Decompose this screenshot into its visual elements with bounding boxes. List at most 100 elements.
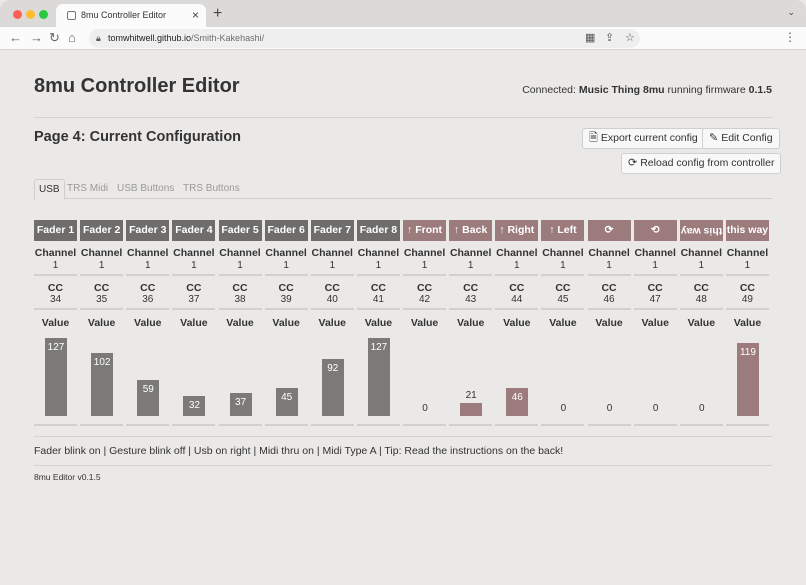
channel-label: Channel bbox=[265, 247, 307, 259]
cc-value: 49 bbox=[741, 294, 753, 305]
value-number: 37 bbox=[234, 397, 247, 408]
new-tab-icon[interactable]: + bbox=[213, 5, 222, 23]
channel-value: 1 bbox=[144, 260, 151, 271]
grid-divider bbox=[34, 436, 772, 437]
value-label: Value bbox=[272, 317, 300, 329]
value-number: 45 bbox=[281, 392, 293, 403]
control-column: ↑ Front Channel 1 CC 42 Value 0 bbox=[403, 220, 447, 428]
control-column: Fader 4 Channel 1 CC 37 Value 32 bbox=[172, 220, 216, 428]
minimize-window-button[interactable] bbox=[26, 10, 35, 19]
value-number: 32 bbox=[188, 400, 200, 411]
cell-divider bbox=[403, 308, 447, 310]
cc-label: CC bbox=[601, 282, 617, 294]
browser-menu-icon[interactable]: ⋮ bbox=[784, 30, 796, 44]
value-label: Value bbox=[641, 317, 669, 329]
value-label: Value bbox=[41, 317, 70, 329]
tab-list-chevron-icon[interactable]: ⌄ bbox=[787, 7, 795, 18]
cc-value: 45 bbox=[557, 294, 569, 305]
cell-divider bbox=[310, 308, 354, 310]
address-bar[interactable]: 🔒︎ tomwhitwell.github.io/Smith-Kakehashi… bbox=[89, 29, 640, 48]
tab-title: 8mu Controller Editor bbox=[81, 10, 167, 20]
tab-trs-midi[interactable]: TRS Midi bbox=[63, 179, 112, 199]
cc-value: 36 bbox=[142, 294, 154, 305]
cc-value: 44 bbox=[511, 294, 523, 305]
value-meter: 127 bbox=[367, 338, 390, 416]
cell-divider bbox=[310, 274, 354, 276]
cell-divider bbox=[449, 274, 493, 276]
address-url[interactable]: tomwhitwell.github.io/Smith-Kakehashi/ bbox=[108, 33, 264, 43]
cell-divider bbox=[449, 424, 493, 426]
reader-mode-icon[interactable]: ▦ bbox=[585, 31, 595, 44]
value-label: Value bbox=[503, 317, 531, 329]
channel-value: 1 bbox=[698, 260, 705, 271]
control-column: Fader 6 Channel 1 CC 39 Value 45 bbox=[264, 220, 308, 428]
cc-label: CC bbox=[416, 282, 433, 294]
value-meter: 0 bbox=[691, 338, 713, 416]
channel-value: 1 bbox=[283, 260, 289, 271]
channel-value: 1 bbox=[52, 260, 59, 271]
cell-divider bbox=[172, 308, 216, 310]
tab-usb-buttons[interactable]: USB Buttons bbox=[113, 179, 178, 199]
control-column: ↑ Back Channel 1 CC 43 Value 21 bbox=[449, 220, 493, 428]
cc-label: CC bbox=[47, 282, 64, 294]
control-column: Fader 7 Channel 1 CC 40 Value 92 bbox=[310, 220, 354, 428]
value-meter: 127 bbox=[45, 338, 67, 416]
control-column: Fader 1 Channel 1 CC 34 Value 127 bbox=[34, 220, 77, 428]
control-header: ↑ Right bbox=[495, 220, 539, 241]
cell-divider bbox=[587, 424, 631, 426]
connection-status: Connected: Music Thing 8mu running firmw… bbox=[522, 84, 772, 96]
cc-value: 47 bbox=[649, 294, 661, 305]
close-window-button[interactable] bbox=[13, 10, 22, 19]
lock-icon: 🔒︎ bbox=[96, 33, 101, 43]
channel-value: 1 bbox=[652, 260, 658, 271]
cc-value: 43 bbox=[465, 294, 477, 305]
value-number: 0 bbox=[652, 403, 659, 414]
control-column: Fader 2 Channel 1 CC 35 Value 102 bbox=[80, 220, 124, 428]
cell-divider bbox=[80, 274, 124, 276]
maximize-window-button[interactable] bbox=[39, 10, 48, 19]
header-divider bbox=[34, 117, 772, 118]
value-number: 46 bbox=[511, 392, 523, 403]
tab-usb[interactable]: USB bbox=[34, 179, 65, 200]
channel-label: Channel bbox=[542, 247, 584, 259]
cell-divider bbox=[587, 274, 631, 276]
reload-config-button[interactable]: ⟳ Reload config from controller bbox=[621, 153, 782, 174]
browser-tab[interactable]: 8mu Controller Editor × bbox=[56, 4, 206, 27]
cell-divider bbox=[541, 274, 585, 276]
cell-divider bbox=[264, 308, 308, 310]
cc-label: CC bbox=[140, 282, 156, 294]
value-label: Value bbox=[180, 317, 208, 329]
control-header: Fader 5 bbox=[218, 220, 262, 241]
cc-label: CC bbox=[94, 282, 110, 294]
value-meter: 21 bbox=[460, 338, 483, 416]
cell-divider bbox=[310, 424, 354, 426]
value-meter: 0 bbox=[414, 338, 436, 416]
close-tab-icon[interactable]: × bbox=[192, 8, 199, 22]
export-config-button[interactable]: 🗎 Export current config bbox=[582, 128, 705, 149]
home-icon[interactable]: ⌂ bbox=[68, 30, 76, 45]
cc-value: 34 bbox=[49, 294, 62, 305]
title-bar: 8mu Controller Editor × + ⌄ bbox=[0, 0, 806, 27]
cell-divider bbox=[356, 274, 400, 276]
value-label: Value bbox=[364, 317, 393, 329]
share-icon[interactable]: ⇪ bbox=[605, 31, 614, 44]
back-arrow-icon[interactable]: ← bbox=[9, 30, 22, 45]
edit-config-button[interactable]: ✎ Edit Config bbox=[702, 128, 780, 149]
cc-value: 41 bbox=[372, 294, 384, 305]
cell-divider bbox=[126, 308, 170, 310]
control-column: Fader 5 Channel 1 CC 38 Value 37 bbox=[218, 220, 262, 428]
control-header: ↑ Left bbox=[541, 220, 585, 241]
reload-icon[interactable]: ↻ bbox=[49, 30, 60, 46]
cell-divider bbox=[218, 308, 262, 310]
cc-label: CC bbox=[739, 282, 756, 294]
forward-arrow-icon[interactable]: → bbox=[30, 30, 43, 45]
tab-trs-buttons[interactable]: TRS Buttons bbox=[179, 179, 244, 199]
channel-label: Channel bbox=[80, 247, 123, 259]
channel-value: 1 bbox=[514, 260, 520, 271]
value-number: 0 bbox=[422, 403, 428, 414]
bookmark-star-icon[interactable]: ☆ bbox=[625, 31, 635, 44]
pencil-icon: ✎ bbox=[709, 132, 719, 144]
cell-divider bbox=[80, 424, 124, 426]
value-bar bbox=[460, 403, 483, 416]
control-header: Fader 7 bbox=[310, 220, 354, 241]
